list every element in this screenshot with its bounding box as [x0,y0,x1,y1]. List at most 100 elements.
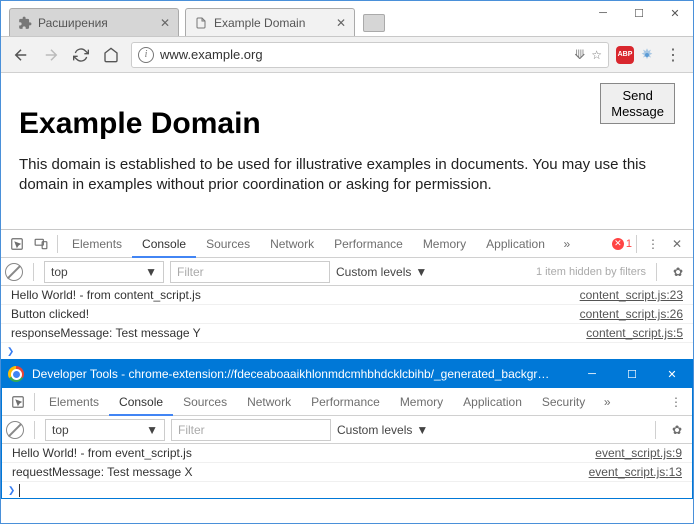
site-info-icon[interactable]: i [138,47,154,63]
devtools-tab-application[interactable]: Application [453,388,532,416]
home-button[interactable] [97,42,125,68]
devtools-tab-performance[interactable]: Performance [301,388,390,416]
separator [33,263,34,281]
device-icon[interactable] [29,232,53,256]
browser-titlebar: Расширения ✕ Example Domain ✕ ─ ☐ ✕ [1,1,693,37]
source-link[interactable]: content_script.js:23 [580,288,683,302]
close-icon[interactable]: ✕ [336,16,346,30]
console-output: Hello World! - from content_script.jscon… [1,286,693,343]
url-text: www.example.org [160,47,570,62]
console-line: Hello World! - from content_script.jscon… [1,286,693,305]
console-line: Hello World! - from event_script.jsevent… [2,444,692,463]
source-link[interactable]: event_script.js:9 [595,446,682,460]
context-select[interactable]: top▼ [44,261,164,283]
close-icon[interactable]: ✕ [160,16,170,30]
separator [636,235,637,253]
send-message-button[interactable]: Send Message [600,83,675,124]
page-content: Send Message Example Domain This domain … [1,73,693,229]
maximize-button[interactable]: ☐ [621,1,657,25]
level-select[interactable]: Custom levels ▼ [336,265,427,279]
tab-title: Example Domain [214,16,330,30]
hidden-count: 1 item hidden by filters [536,266,646,278]
separator [34,393,35,411]
devtools-window-titlebar: Developer Tools - chrome-extension://fde… [2,360,692,388]
translate-icon[interactable]: ⟱ [574,47,585,63]
devtools-tab-memory[interactable]: Memory [390,388,453,416]
adblock-icon[interactable]: ABP [615,45,635,65]
settings-icon[interactable]: ✿ [667,265,689,279]
devtools-tab-performance[interactable]: Performance [324,230,413,258]
page-heading: Example Domain [19,107,675,141]
tab-strip: Расширения ✕ Example Domain ✕ [1,1,385,36]
browser-tab[interactable]: Example Domain ✕ [185,8,355,36]
devtools-tab-memory[interactable]: Memory [413,230,476,258]
bookmark-icon[interactable]: ☆ [591,48,602,62]
window-controls: ─ ☐ ✕ [585,1,693,25]
console-prompt[interactable]: ❯ [1,343,693,359]
address-bar: i www.example.org ⟱ ☆ ABP ⋮ [1,37,693,73]
more-tabs-icon[interactable]: » [595,390,619,414]
filter-input[interactable]: Filter [170,261,330,283]
separator [655,421,656,439]
source-link[interactable]: content_script.js:26 [580,307,683,321]
clear-console-icon[interactable] [6,421,24,439]
forward-button[interactable] [37,42,65,68]
omnibox[interactable]: i www.example.org ⟱ ☆ [131,42,609,68]
minimize-button[interactable]: ─ [572,360,612,388]
inspect-icon[interactable] [5,232,29,256]
settings-icon[interactable]: ✿ [666,423,688,437]
devtools-window: Developer Tools - chrome-extension://fde… [1,359,693,499]
browser-tab[interactable]: Расширения ✕ [9,8,179,36]
maximize-button[interactable]: ☐ [612,360,652,388]
more-tabs-icon[interactable]: » [555,232,579,256]
console-line: Button clicked!content_script.js:26 [1,305,693,324]
separator [34,421,35,439]
level-select[interactable]: Custom levels ▼ [337,423,428,437]
devtools-window-title: Developer Tools - chrome-extension://fde… [32,367,572,381]
reload-button[interactable] [67,42,95,68]
clear-console-icon[interactable] [5,263,23,281]
devtools-tab-application[interactable]: Application [476,230,555,258]
source-link[interactable]: event_script.js:13 [589,465,682,479]
devtools-tab-security[interactable]: Security [532,388,595,416]
devtools-docked: Elements Console Sources Network Perform… [1,229,693,359]
source-link[interactable]: content_script.js:5 [586,326,683,340]
context-select[interactable]: top▼ [45,419,165,441]
tab-title: Расширения [38,16,154,30]
devtools-tab-elements[interactable]: Elements [39,388,109,416]
error-badge[interactable]: ✕1 [612,238,632,250]
extension-icon[interactable] [637,45,657,65]
devtools-close-icon[interactable]: ✕ [665,232,689,256]
devtools-tabbar: Elements Console Sources Network Perform… [1,230,693,258]
devtools-tab-console[interactable]: Console [132,230,196,258]
separator [656,263,657,281]
devtools-tab-network[interactable]: Network [260,230,324,258]
separator [57,235,58,253]
puzzle-icon [18,16,32,30]
devtools-tab-sources[interactable]: Sources [196,230,260,258]
console-line: responseMessage: Test message Ycontent_s… [1,324,693,343]
filter-input[interactable]: Filter [171,419,331,441]
devtools-menu-icon[interactable]: ⋮ [664,390,688,414]
close-button[interactable]: ✕ [652,360,692,388]
page-paragraph: This domain is established to be used fo… [19,155,675,196]
back-button[interactable] [7,42,35,68]
devtools-tab-elements[interactable]: Elements [62,230,132,258]
devtools-tabbar: Elements Console Sources Network Perform… [2,388,692,416]
console-filterbar: top▼ Filter Custom levels ▼ ✿ [2,416,692,444]
minimize-button[interactable]: ─ [585,1,621,25]
inspect-icon[interactable] [6,390,30,414]
console-output: Hello World! - from event_script.jsevent… [2,444,692,482]
page-icon [194,16,208,30]
console-filterbar: top▼ Filter Custom levels ▼ 1 item hidde… [1,258,693,286]
chrome-icon [8,366,24,382]
devtools-tab-network[interactable]: Network [237,388,301,416]
devtools-tab-sources[interactable]: Sources [173,388,237,416]
console-prompt[interactable]: ❯ [2,482,692,498]
window-controls: ─ ☐ ✕ [572,360,692,388]
close-button[interactable]: ✕ [657,1,693,25]
devtools-tab-console[interactable]: Console [109,388,173,416]
menu-button[interactable]: ⋮ [659,42,687,68]
devtools-menu-icon[interactable]: ⋮ [641,232,665,256]
new-tab-button[interactable] [363,14,385,32]
